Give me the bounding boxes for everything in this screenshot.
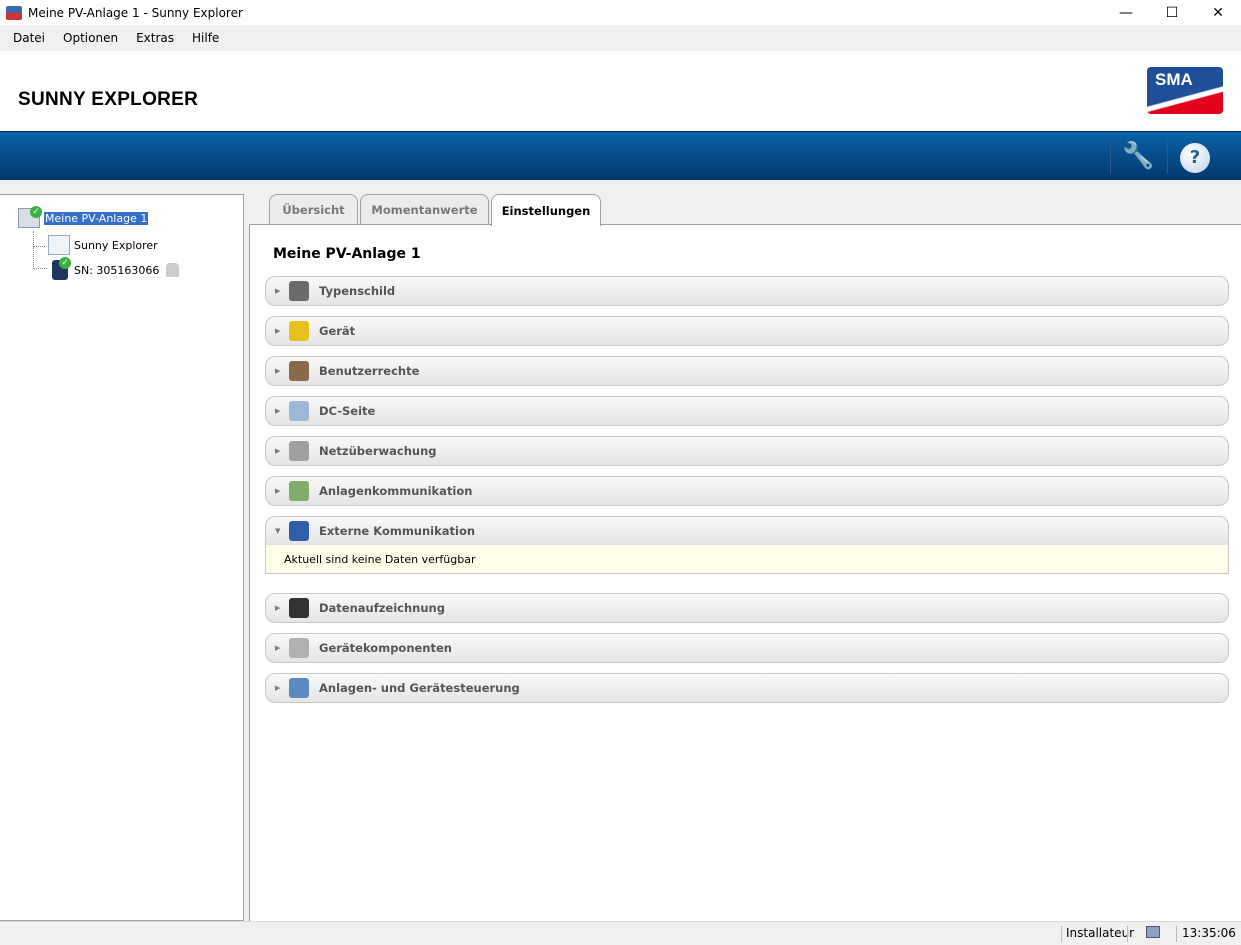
status-bar: Installateur 13:35:06 <box>0 921 1241 945</box>
maximize-button[interactable]: ☐ <box>1149 0 1195 25</box>
section-anlagenkommunikation[interactable]: ▶ Anlagenkommunikation <box>265 476 1229 506</box>
section-label: Gerätekomponenten <box>319 641 452 655</box>
network-icon <box>1127 926 1177 942</box>
section-label: Typenschild <box>319 284 396 298</box>
divider <box>1110 140 1111 174</box>
section-label: DC-Seite <box>319 404 376 418</box>
page-title: Meine PV-Anlage 1 <box>273 246 421 262</box>
user-role: Installateur <box>1061 926 1134 942</box>
menu-optionen[interactable]: Optionen <box>54 31 127 45</box>
section-label: Anlagenkommunikation <box>319 484 473 498</box>
title-bar: Meine PV-Anlage 1 - Sunny Explorer — ☐ ✕ <box>0 0 1241 25</box>
section-icon <box>289 678 309 698</box>
section-netzüberwachung[interactable]: ▶ Netzüberwachung <box>265 436 1229 466</box>
section-label: Datenaufzeichnung <box>319 601 445 615</box>
chevron-right-icon: ▶ <box>275 684 281 692</box>
section-anlagen-und-gerätesteuerung[interactable]: ▶ Anlagen- und Gerätesteuerung <box>265 673 1229 703</box>
section-icon <box>289 361 309 381</box>
brand-title: SUNNY EXPLORER <box>18 89 199 110</box>
section-body-message: Aktuell sind keine Daten verfügbar <box>265 545 1229 574</box>
tree-item-inverter[interactable]: ✓ SN: 305163066 <box>48 257 180 280</box>
device-tree: ✓ Meine PV-Anlage 1 Sunny Explorer ✓ SN:… <box>0 194 244 921</box>
tree-label: Meine PV-Anlage 1 <box>44 211 149 225</box>
plant-icon: ✓ <box>18 206 42 228</box>
section-gerätekomponenten[interactable]: ▶ Gerätekomponenten <box>265 633 1229 663</box>
check-icon: ✓ <box>30 206 42 218</box>
tree-line <box>33 247 47 269</box>
app-header: SUNNY EXPLORER SMA <box>0 51 1241 131</box>
toolbar: 🔧 ? <box>0 131 1241 180</box>
lock-icon <box>166 263 180 277</box>
menu-datei[interactable]: Datei <box>4 31 54 45</box>
chevron-down-icon: ▼ <box>275 527 281 535</box>
section-label: Externe Kommunikation <box>319 524 476 538</box>
tree-label: SN: 305163066 <box>74 263 160 277</box>
tree-item-plant[interactable]: ✓ Meine PV-Anlage 1 <box>18 206 149 228</box>
chevron-right-icon: ▶ <box>275 287 281 295</box>
section-label: Gerät <box>319 324 356 338</box>
section-label: Netzüberwachung <box>319 444 437 458</box>
menu-extras[interactable]: Extras <box>127 31 183 45</box>
section-gerät[interactable]: ▶ Gerät <box>265 316 1229 346</box>
section-icon <box>289 481 309 501</box>
tab-momentanwerte[interactable]: Momentanwerte <box>360 194 489 225</box>
section-icon <box>289 638 309 658</box>
window-title: Meine PV-Anlage 1 - Sunny Explorer <box>28 5 243 20</box>
check-icon: ✓ <box>59 257 71 269</box>
section-externe-kommunikation[interactable]: ▼ Externe Kommunikation <box>265 516 1229 546</box>
section-datenaufzeichnung[interactable]: ▶ Datenaufzeichnung <box>265 593 1229 623</box>
section-benutzerrechte[interactable]: ▶ Benutzerrechte <box>265 356 1229 386</box>
chevron-right-icon: ▶ <box>275 447 281 455</box>
tree-item-sunny-explorer[interactable]: Sunny Explorer <box>48 235 158 255</box>
chevron-right-icon: ▶ <box>275 327 281 335</box>
app-icon <box>6 5 22 20</box>
minimize-button[interactable]: — <box>1103 0 1149 25</box>
software-icon <box>48 235 70 255</box>
close-button[interactable]: ✕ <box>1195 0 1241 25</box>
section-label: Benutzerrechte <box>319 364 420 378</box>
tree-line <box>33 231 45 247</box>
menu-bar: Datei Optionen Extras Hilfe <box>0 25 1241 51</box>
tab-einstellungen[interactable]: Einstellungen <box>491 194 601 226</box>
divider <box>1167 140 1168 174</box>
chevron-right-icon: ▶ <box>275 604 281 612</box>
chevron-right-icon: ▶ <box>275 644 281 652</box>
chevron-right-icon: ▶ <box>275 407 281 415</box>
section-icon <box>289 281 309 301</box>
section-icon <box>289 321 309 341</box>
tab-uebersicht[interactable]: Übersicht <box>269 194 358 225</box>
section-label: Anlagen- und Gerätesteuerung <box>319 681 520 695</box>
help-button[interactable]: ? <box>1180 143 1210 173</box>
section-icon <box>289 521 309 541</box>
clock: 13:35:06 <box>1182 926 1236 940</box>
chevron-right-icon: ▶ <box>275 367 281 375</box>
section-icon <box>289 401 309 421</box>
section-icon <box>289 441 309 461</box>
section-typenschild[interactable]: ▶ Typenschild <box>265 276 1229 306</box>
chevron-right-icon: ▶ <box>275 487 281 495</box>
section-dc-seite[interactable]: ▶ DC-Seite <box>265 396 1229 426</box>
tools-icon[interactable]: 🔧 <box>1122 141 1154 171</box>
inverter-icon: ✓ <box>52 257 71 280</box>
sma-logo: SMA <box>1147 67 1223 114</box>
menu-hilfe[interactable]: Hilfe <box>183 31 228 45</box>
section-icon <box>289 598 309 618</box>
tree-label: Sunny Explorer <box>74 238 158 252</box>
